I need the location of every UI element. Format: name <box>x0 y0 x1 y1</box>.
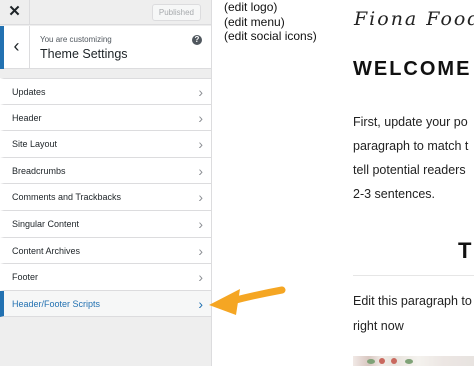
section-label: Site Layout <box>12 139 58 150</box>
chevron-left-icon[interactable]: ‹ <box>0 26 30 69</box>
section-label: Content Archives <box>12 245 81 256</box>
section-comments-trackbacks[interactable]: Comments and Trackbacks › <box>0 184 211 211</box>
section-updates[interactable]: Updates › <box>0 78 211 105</box>
section-breadcrumbs[interactable]: Breadcrumbs › <box>0 157 211 185</box>
paragraph-line: Edit this paragraph to <box>353 294 472 308</box>
paragraph-line: right now <box>353 319 404 333</box>
section-site-layout[interactable]: Site Layout › <box>0 131 211 158</box>
section-header-footer-scripts[interactable]: Header/Footer Scripts › <box>0 290 211 318</box>
chevron-right-icon: › <box>198 215 203 232</box>
site-title[interactable]: Fiona Foodie <box>354 8 474 30</box>
paragraph-line: tell potential readers <box>353 163 466 177</box>
edit-menu-link[interactable]: (edit menu) <box>224 15 317 30</box>
berry-shape <box>379 358 385 364</box>
chevron-right-icon: › <box>198 295 203 312</box>
section-label: Breadcrumbs <box>12 165 66 176</box>
panel-title: Theme Settings <box>40 47 128 61</box>
section-label: Header <box>12 112 42 123</box>
section-label: Header/Footer Scripts <box>12 298 101 309</box>
edit-social-icons-link[interactable]: (edit social icons) <box>224 29 317 44</box>
section-footer[interactable]: Footer › <box>0 264 211 291</box>
chevron-right-icon: › <box>198 269 203 286</box>
published-button[interactable]: Published <box>151 4 201 21</box>
chevron-right-icon: › <box>198 84 203 100</box>
site-preview: (edit logo) (edit menu) (edit social ico… <box>213 0 474 366</box>
leaf-shape <box>367 359 375 364</box>
welcome-heading: WELCOME <box>353 58 472 80</box>
section-header[interactable]: Header › <box>0 104 211 132</box>
intro-paragraph: First, update your po paragraph to match… <box>353 110 468 206</box>
panel-header: ‹ You are customizing Theme Settings ? <box>0 26 211 69</box>
paragraph-line: 2-3 sentences. <box>353 187 435 201</box>
customizer-topbar: ✕ Published <box>0 0 211 25</box>
section-singular-content[interactable]: Singular Content › <box>0 210 211 238</box>
close-icon[interactable]: ✕ <box>0 0 30 25</box>
section-label: Comments and Trackbacks <box>12 192 122 203</box>
help-icon[interactable]: ? <box>192 35 202 45</box>
section-label: Updates <box>12 87 46 97</box>
section-label: Footer <box>12 272 39 283</box>
section-content-archives[interactable]: Content Archives › <box>0 237 211 265</box>
customizer-sidebar: ✕ Published ‹ You are customizing Theme … <box>0 0 212 366</box>
edit-links: (edit logo) (edit menu) (edit social ico… <box>224 0 317 44</box>
paragraph-line: First, update your po <box>353 115 468 129</box>
leaf-shape <box>405 359 413 364</box>
section-heading: T <box>458 238 472 263</box>
section-label: Singular Content <box>12 218 80 229</box>
chevron-right-icon: › <box>198 189 203 206</box>
chevron-right-icon: › <box>198 136 203 153</box>
chevron-right-icon: › <box>198 242 203 259</box>
chevron-right-icon: › <box>198 162 203 179</box>
second-paragraph: Edit this paragraph to right now <box>353 289 472 339</box>
section-list: Updates › Header › Site Layout › Breadcr… <box>0 78 211 318</box>
customizing-label: You are customizing <box>40 35 112 44</box>
berry-shape <box>391 358 397 364</box>
divider <box>353 275 474 276</box>
food-image <box>353 356 474 366</box>
edit-logo-link[interactable]: (edit logo) <box>224 0 317 15</box>
paragraph-line: paragraph to match t <box>353 139 469 153</box>
chevron-right-icon: › <box>198 109 203 126</box>
